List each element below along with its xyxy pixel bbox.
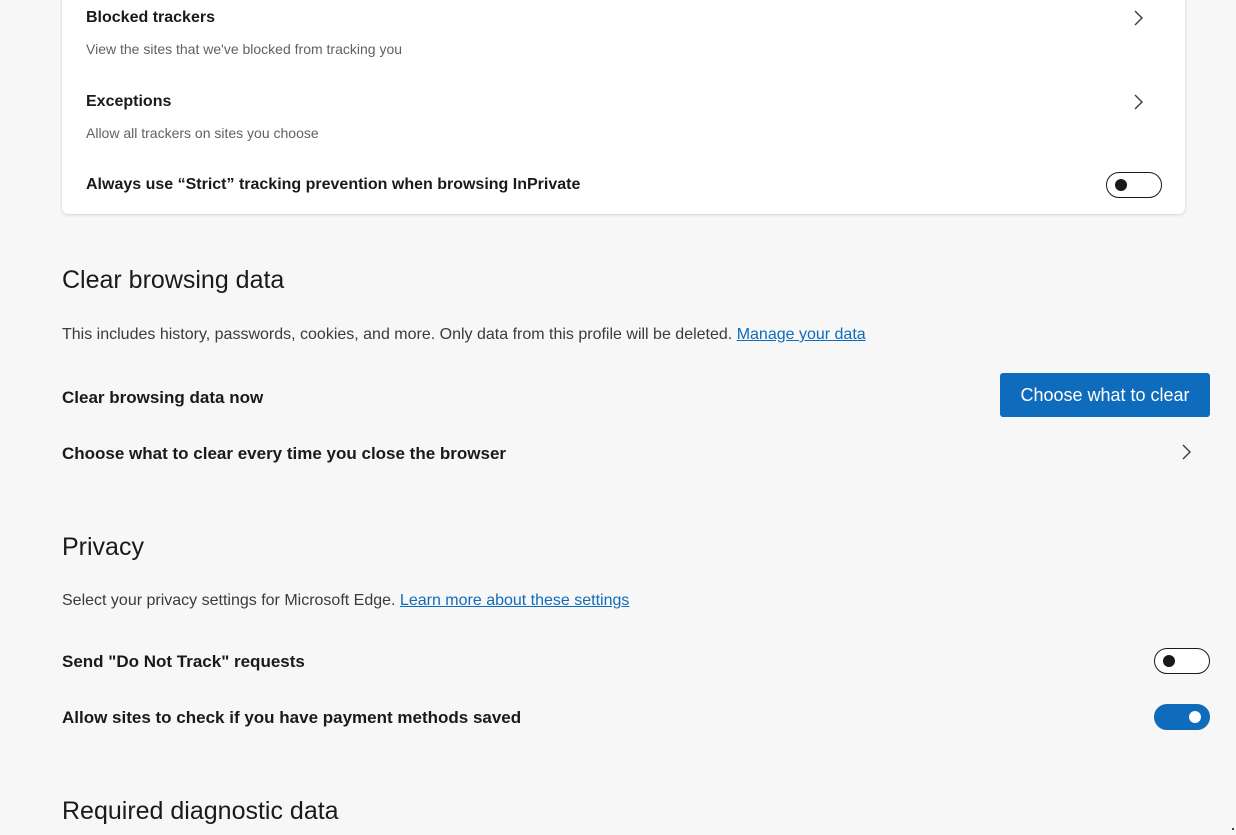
chevron-right-icon[interactable] xyxy=(1176,442,1196,462)
clear-browsing-heading: Clear browsing data xyxy=(62,266,285,294)
clear-on-close-label[interactable]: Choose what to clear every time you clos… xyxy=(62,444,506,464)
do-not-track-label: Send "Do Not Track" requests xyxy=(62,652,305,671)
learn-more-privacy-link[interactable]: Learn more about these settings xyxy=(400,592,629,609)
toggle-knob xyxy=(1163,654,1175,667)
strict-inprivate-toggle[interactable] xyxy=(1106,172,1162,198)
diagnostic-heading: Required diagnostic data xyxy=(62,797,339,825)
toggle-knob xyxy=(1189,710,1201,723)
payment-methods-label: Allow sites to check if you have payment… xyxy=(62,708,522,727)
exceptions-title[interactable]: Exceptions xyxy=(86,93,171,111)
strict-inprivate-label: Always use “Strict” tracking prevention … xyxy=(86,176,581,193)
clear-browsing-now-label: Clear browsing data now xyxy=(62,388,264,407)
chevron-right-icon[interactable] xyxy=(1128,92,1148,112)
corner-mark xyxy=(1232,828,1234,830)
privacy-description: Select your privacy settings for Microso… xyxy=(62,592,629,610)
blocked-trackers-title[interactable]: Blocked trackers xyxy=(86,9,215,27)
exceptions-subtitle: Allow all trackers on sites you choose xyxy=(86,125,319,141)
privacy-heading: Privacy xyxy=(62,533,144,561)
blocked-trackers-subtitle: View the sites that we've blocked from t… xyxy=(86,41,403,57)
do-not-track-toggle[interactable] xyxy=(1154,648,1210,674)
choose-what-to-clear-button[interactable]: Choose what to clear xyxy=(1000,373,1210,417)
privacy-description-text: Select your privacy settings for Microso… xyxy=(62,592,396,609)
toggle-knob xyxy=(1115,178,1127,191)
payment-methods-toggle[interactable] xyxy=(1154,704,1210,730)
clear-browsing-description: This includes history, passwords, cookie… xyxy=(62,326,866,344)
clear-browsing-description-text: This includes history, passwords, cookie… xyxy=(62,326,733,343)
manage-your-data-link[interactable]: Manage your data xyxy=(737,326,866,343)
chevron-right-icon[interactable] xyxy=(1128,8,1148,28)
